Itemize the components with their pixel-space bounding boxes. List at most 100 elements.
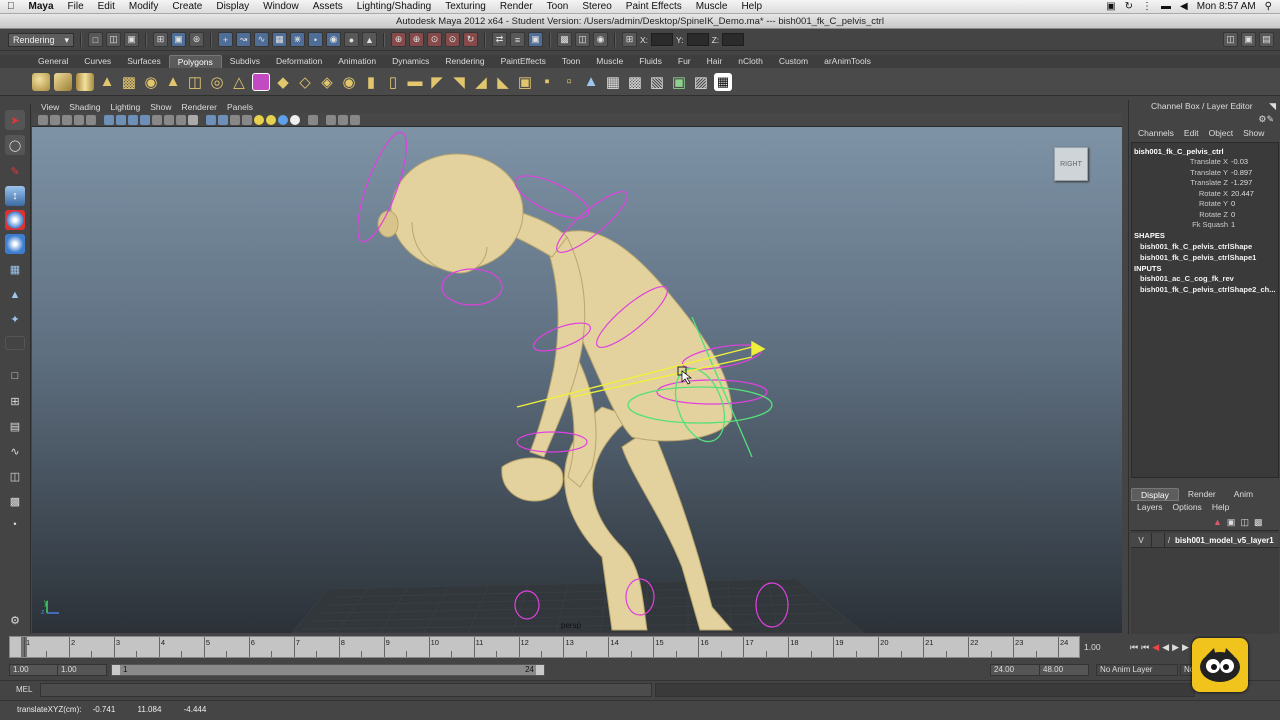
playback-end-field[interactable]: 24.00 [990, 664, 1040, 676]
grid-icon[interactable] [104, 114, 114, 125]
viewport-menu-lighting[interactable]: Lighting [105, 102, 145, 112]
insert-edge-loop-icon[interactable]: ▫ [560, 73, 578, 91]
layer-color-icon[interactable]: / [1165, 536, 1173, 545]
cut-uv-icon[interactable]: ▨ [692, 73, 710, 91]
motion-blur-icon[interactable] [350, 114, 360, 125]
render-current-frame-icon[interactable]: ▣ [528, 32, 543, 47]
start-time-field[interactable]: 1.00 [9, 664, 59, 676]
channel-row[interactable]: Fk Squash 1 [1132, 220, 1272, 229]
channel-value[interactable]: 0 [1228, 210, 1272, 219]
select-component-icon[interactable]: ⊛ [189, 32, 204, 47]
menu-texturing[interactable]: Texturing [438, 1, 493, 12]
film-gate-icon[interactable] [116, 114, 126, 125]
transform-input-icon[interactable]: ⊞ [622, 32, 637, 47]
menu-toon[interactable]: Toon [540, 1, 576, 12]
input-output-icon[interactable]: ⇄ [492, 32, 507, 47]
current-time-marker[interactable] [21, 637, 27, 657]
paint-select-tool-icon[interactable]: ✎ [5, 161, 25, 181]
outliner-layout-icon[interactable]: ▤ [5, 416, 25, 436]
step-back-icon[interactable]: ⏮ [1141, 642, 1149, 653]
menu-create[interactable]: Create [165, 1, 209, 12]
apple-menu-icon[interactable]:  [0, 1, 22, 12]
gate-mask-icon[interactable] [140, 114, 150, 125]
image-plane-icon[interactable] [74, 114, 84, 125]
boolean-intersection-icon[interactable]: ▬ [406, 73, 424, 91]
tool-settings-icon[interactable]: ⚙ [5, 610, 25, 630]
blank-tool-slot[interactable] [5, 336, 25, 350]
smooth-shade-icon[interactable] [206, 114, 216, 125]
isolate-select-icon[interactable] [308, 114, 318, 125]
shelf-tab-toon[interactable]: Toon [554, 55, 588, 68]
shadows-icon[interactable] [278, 114, 288, 125]
extract-icon[interactable]: ◈ [318, 73, 336, 91]
mask-dynamics-icon[interactable]: • [308, 32, 323, 47]
layer-row[interactable]: V / bish001_model_v5_layer1 [1131, 532, 1279, 548]
highlight-selection-icon[interactable]: ▲ [362, 32, 377, 47]
layer-menu-layers[interactable]: Layers [1132, 502, 1168, 515]
channel-menu-channels[interactable]: Channels [1133, 128, 1179, 140]
poly-selection-icon[interactable] [252, 72, 270, 91]
poly-pipe-icon[interactable]: ◫ [186, 73, 204, 91]
layer-name[interactable]: bish001_model_v5_layer1 [1173, 536, 1274, 545]
planar-mapping-icon[interactable]: ▩ [626, 73, 644, 91]
new-scene-icon[interactable]: □ [88, 32, 103, 47]
2d-pan-zoom-icon[interactable] [86, 114, 96, 125]
wireframe-icon[interactable] [188, 114, 198, 125]
y-field[interactable] [686, 33, 709, 46]
manipulator-tool-icon[interactable]: ▦ [5, 259, 25, 279]
channel-row[interactable]: Translate Z -1.297 [1132, 178, 1272, 187]
shelf-tab-curves[interactable]: Curves [76, 55, 119, 68]
tab-anim[interactable]: Anim [1225, 488, 1262, 501]
default-lighting-icon[interactable] [254, 114, 264, 125]
layer-visibility-toggle[interactable]: V [1131, 536, 1151, 545]
shape-node-item[interactable]: bish001_fk_C_pelvis_ctrlShape1 [1140, 253, 1256, 262]
bookmarks-icon[interactable] [62, 114, 72, 125]
viewport-menu-show[interactable]: Show [145, 102, 176, 112]
channel-value[interactable]: -1.297 [1228, 178, 1272, 187]
play-forwards-icon[interactable]: ▶ [1172, 642, 1179, 653]
render-settings-icon[interactable]: ◫ [575, 32, 590, 47]
append-polygon-icon[interactable]: ◣ [494, 73, 512, 91]
sew-uv-icon[interactable]: ▣ [670, 73, 688, 91]
delete-layer-icon[interactable]: ▩ [1254, 517, 1263, 528]
menu-window[interactable]: Window [256, 1, 306, 12]
step-forward-key-icon[interactable]: ▶ [1182, 642, 1189, 653]
uv-editor-icon[interactable]: ▦ [604, 73, 622, 91]
field-chart-icon[interactable] [152, 114, 162, 125]
mask-render-icon[interactable]: ◉ [326, 32, 341, 47]
channel-box-toggle-icon[interactable]: ▤ [1259, 32, 1274, 47]
playback-start-field[interactable]: 1.00 [57, 664, 107, 676]
selected-object-name[interactable]: bish001_fk_C_pelvis_ctrl [1134, 147, 1224, 156]
menu-muscle[interactable]: Muscle [689, 1, 735, 12]
go-to-start-icon[interactable]: ⏮ [1130, 642, 1138, 653]
mask-curves-icon[interactable]: ∿ [254, 32, 269, 47]
channel-value[interactable]: 1 [1228, 220, 1272, 229]
sync-icon[interactable]: ↻ [1125, 1, 1133, 12]
rotate-tool-icon[interactable] [5, 210, 25, 230]
tab-render[interactable]: Render [1179, 488, 1225, 501]
ipr-render-icon[interactable]: ▩ [557, 32, 572, 47]
character-model[interactable] [377, 153, 734, 631]
custom-layout-icon[interactable]: ▩ [5, 491, 25, 511]
smooth-icon[interactable]: ◉ [340, 73, 358, 91]
xray-joints-icon[interactable] [242, 114, 252, 125]
bridge-icon[interactable]: ◢ [472, 73, 490, 91]
viewport-menu-panels[interactable]: Panels [222, 102, 258, 112]
screen-record-icon[interactable]: ▣ [1106, 1, 1115, 12]
menu-help[interactable]: Help [734, 1, 769, 12]
snap-grid-icon[interactable]: ⊕ [391, 32, 406, 47]
shelf-tab-muscle[interactable]: Muscle [588, 55, 631, 68]
tool-settings-toggle-icon[interactable]: ▣ [1241, 32, 1256, 47]
mirror-geometry-icon[interactable]: ◤ [428, 73, 446, 91]
layer-menu-options[interactable]: Options [1168, 502, 1207, 515]
mask-deformers-icon[interactable]: ⋇ [290, 32, 305, 47]
uv-checker-icon[interactable]: ▦ [714, 72, 732, 91]
menubar-clock[interactable]: Mon 8:57 AM [1197, 1, 1256, 12]
z-field[interactable] [722, 33, 745, 46]
anim-layer-dropdown[interactable]: No Anim Layer [1096, 664, 1178, 676]
view-cube[interactable]: RIGHT [1054, 147, 1088, 181]
create-layer-selected-icon[interactable]: ◫ [1240, 517, 1249, 528]
battery-icon[interactable]: ▬ [1161, 1, 1171, 12]
scale-tool-icon[interactable] [5, 234, 25, 254]
hud-icon[interactable] [326, 114, 336, 125]
